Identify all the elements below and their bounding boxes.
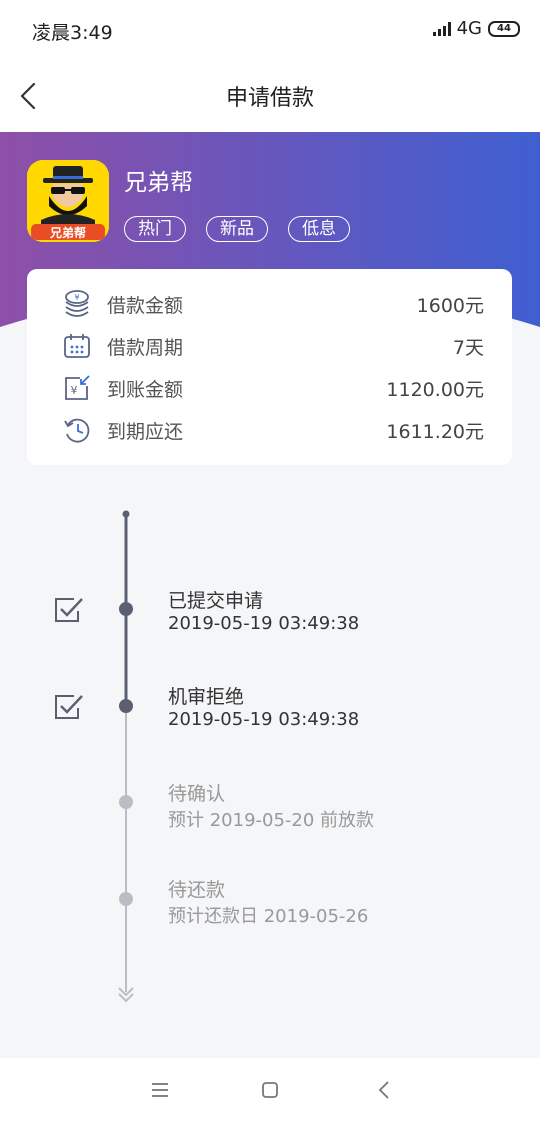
- home-icon[interactable]: [261, 1081, 279, 1099]
- timeline-step-time: 2019-05-19 03:49:38: [168, 709, 360, 730]
- status-time: 凌晨3:49: [32, 22, 113, 44]
- network-type: 4G: [456, 18, 482, 39]
- loan-row-label: 借款周期: [107, 337, 184, 359]
- loan-row-value: 7天: [452, 337, 484, 359]
- loan-row-amount: ¥ 借款金额 1600元: [27, 283, 512, 323]
- menu-icon[interactable]: [150, 1082, 170, 1098]
- status-icons: 4G 44: [432, 18, 520, 39]
- loan-row-label: 到账金额: [107, 379, 184, 401]
- product-name: 兄弟帮: [124, 170, 193, 196]
- loan-row-value: 1611.20元: [386, 421, 484, 443]
- svg-text:¥: ¥: [74, 293, 79, 302]
- timeline-step-title: 机审拒绝: [168, 686, 245, 708]
- signal-icon: [432, 21, 451, 36]
- coins-icon: ¥: [65, 290, 89, 317]
- calendar-icon: [64, 334, 90, 358]
- timeline-step-time: 预计还款日 2019-05-26: [168, 906, 369, 927]
- arrival-icon: ¥: [65, 375, 90, 400]
- nav-bar: 申请借款: [0, 60, 540, 132]
- loan-row-value: 1600元: [416, 295, 484, 317]
- logo-text: 兄弟帮: [49, 225, 86, 240]
- tag-new: 新品: [206, 216, 268, 242]
- timeline-step-time: 2019-05-19 03:49:38: [168, 613, 360, 634]
- loan-row-value: 1120.00元: [386, 379, 484, 401]
- loan-row-period: 借款周期 7天: [27, 325, 512, 365]
- loan-row-due: 到期应还 1611.20元: [27, 409, 512, 449]
- hat-man-logo-icon: 兄弟帮: [27, 160, 109, 242]
- checkbox-checked-icon: [55, 695, 83, 719]
- timeline-step-title: 待还款: [168, 879, 226, 901]
- loan-row-received: ¥ 到账金额 1120.00元: [27, 367, 512, 407]
- loan-row-label: 借款金额: [107, 295, 184, 317]
- system-nav-bar: [0, 1058, 540, 1122]
- clock-return-icon: [64, 418, 90, 443]
- checkbox-checked-icon: [55, 598, 83, 622]
- svg-text:¥: ¥: [71, 384, 78, 397]
- timeline-step-time: 预计 2019-05-20 前放款: [168, 810, 375, 831]
- timeline-step-title: 待确认: [168, 783, 226, 805]
- page-title: 申请借款: [225, 86, 314, 111]
- loan-detail-card: ¥ 借款金额 1600元 借款周期 7天 ¥ 到账金额 1120.00元 到期应…: [27, 269, 512, 465]
- tag-low-interest: 低息: [288, 216, 350, 242]
- timeline-track: [118, 510, 134, 1003]
- battery-icon: 44: [488, 20, 520, 37]
- timeline-step-title: 已提交申请: [168, 590, 264, 612]
- app-logo: 兄弟帮: [27, 160, 109, 242]
- product-tags: 热门 新品 低息: [124, 216, 350, 242]
- back-icon[interactable]: [376, 1080, 392, 1100]
- loan-row-label: 到期应还: [107, 421, 184, 443]
- progress-timeline: 已提交申请 2019-05-19 03:49:38 机审拒绝 2019-05-1…: [0, 500, 540, 1020]
- tag-hot: 热门: [124, 216, 186, 242]
- status-bar: 凌晨3:49 4G 44: [0, 0, 540, 60]
